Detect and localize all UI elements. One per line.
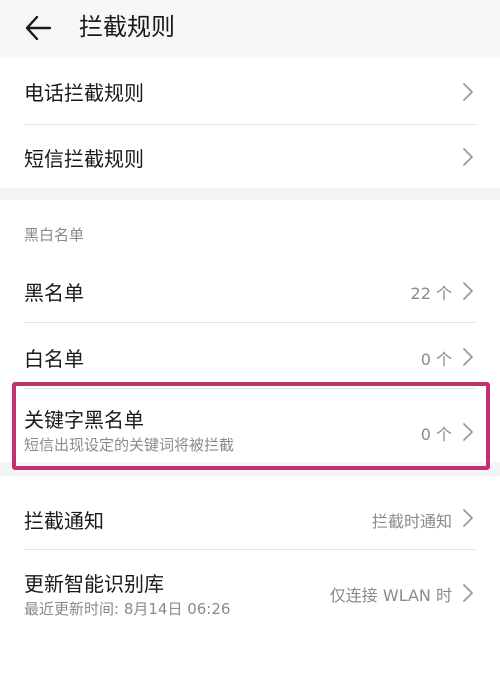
chevron-right-icon: [463, 83, 473, 101]
row-subtitle: 最近更新时间: 8月14日 06:26: [24, 600, 231, 618]
page-title: 拦截规则: [79, 13, 175, 41]
sms-intercept-rules-row[interactable]: 短信拦截规则: [0, 125, 500, 188]
chevron-right-icon: [463, 282, 473, 300]
chevron-right-icon: [463, 148, 473, 166]
row-label: 关键字黑名单: [24, 408, 144, 432]
app-header: 拦截规则: [0, 0, 500, 58]
row-value: 0 个: [420, 425, 452, 444]
row-label: 黑名单: [24, 281, 84, 305]
call-intercept-rules-row[interactable]: 电话拦截规则: [0, 58, 500, 124]
group-header: 黑白名单: [24, 226, 85, 244]
notification-section: 拦截通知 拦截时通知 更新智能识别库 最近更新时间: 8月14日 06:26 仅…: [0, 476, 500, 674]
intercept-rules-section: 电话拦截规则 短信拦截规则: [0, 58, 500, 188]
chevron-right-icon: [463, 584, 473, 602]
row-subtitle: 短信出现设定的关键词将被拦截: [24, 436, 235, 454]
chevron-right-icon: [463, 509, 473, 527]
chevron-right-icon: [463, 423, 473, 441]
keyword-blacklist-row[interactable]: 关键字黑名单 短信出现设定的关键词将被拦截 0 个: [0, 389, 500, 462]
row-value: 仅连接 WLAN 时: [329, 586, 452, 605]
row-value: 0 个: [420, 350, 452, 369]
row-value: 22 个: [410, 284, 452, 303]
black-white-list-section: 黑白名单 黑名单 22 个 白名单 0 个 关键字黑名单 短信出现设定的关键词将…: [0, 200, 500, 462]
blacklist-row[interactable]: 黑名单 22 个: [0, 258, 500, 322]
update-recognition-library-row[interactable]: 更新智能识别库 最近更新时间: 8月14日 06:26 仅连接 WLAN 时: [0, 550, 500, 642]
intercept-notification-row[interactable]: 拦截通知 拦截时通知: [0, 476, 500, 550]
chevron-right-icon: [463, 348, 473, 366]
row-label: 白名单: [24, 347, 84, 371]
row-label: 更新智能识别库: [24, 572, 164, 596]
row-label: 拦截通知: [24, 509, 104, 533]
whitelist-row[interactable]: 白名单 0 个: [0, 323, 500, 387]
row-label: 电话拦截规则: [24, 81, 144, 105]
back-arrow-icon[interactable]: [24, 14, 52, 42]
row-value: 拦截时通知: [371, 512, 452, 531]
row-label: 短信拦截规则: [24, 147, 144, 171]
